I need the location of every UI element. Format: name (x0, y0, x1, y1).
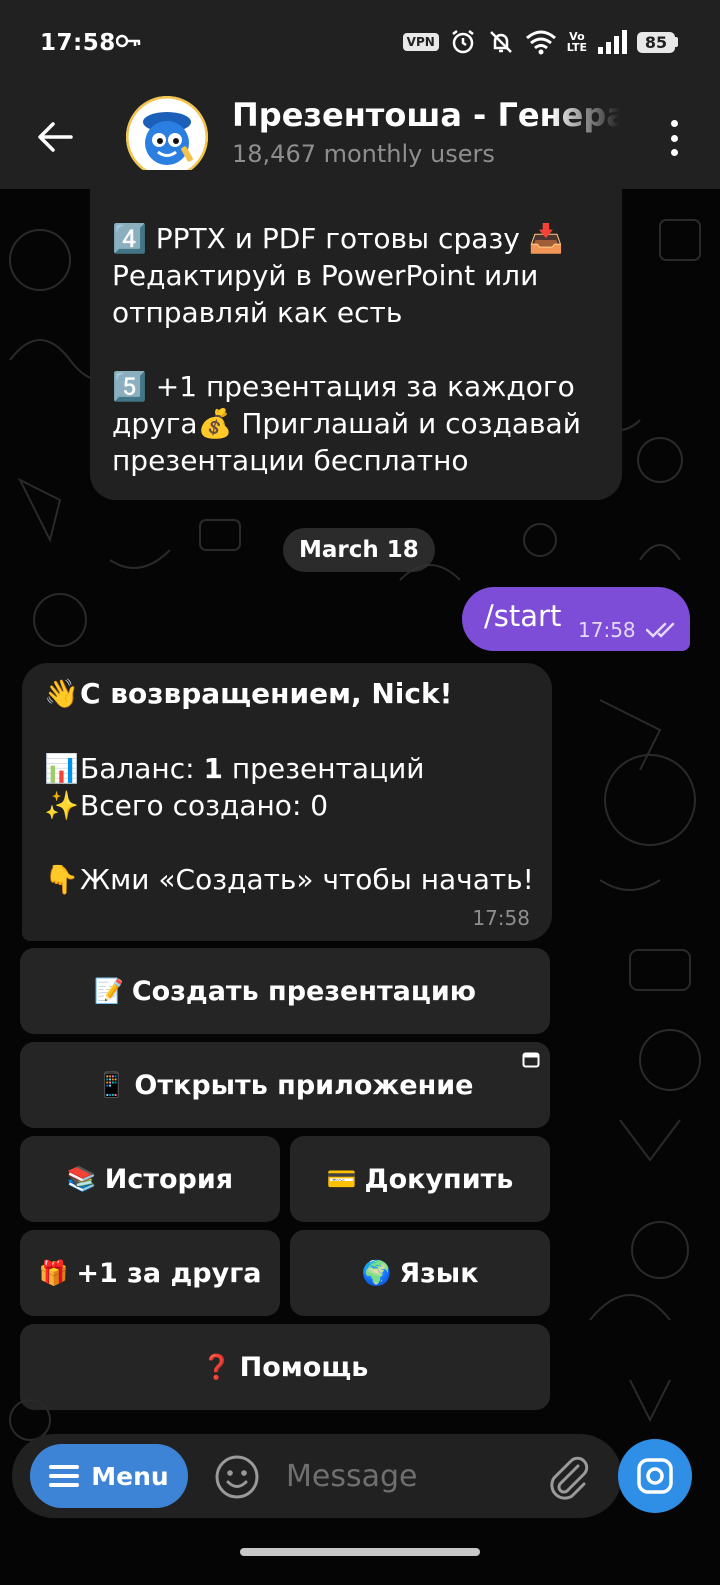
web-app-icon (522, 1052, 540, 1068)
vpn-badge: VPN (402, 33, 439, 51)
gift-icon: 🎁 (38, 1259, 69, 1287)
date-separator: March 18 (283, 528, 435, 572)
message-time: 17:58 (578, 618, 636, 642)
language-button[interactable]: 🌍 Язык (290, 1230, 550, 1316)
question-mark-icon: ❓ (201, 1353, 232, 1381)
status-time: 17:58 (40, 30, 116, 56)
message-time: 17:58 (472, 906, 530, 930)
memo-icon: 📝 (93, 977, 124, 1005)
battery-tip (675, 37, 678, 47)
double-check-icon (646, 622, 675, 638)
paperclip-icon[interactable] (544, 1452, 592, 1500)
wifi-icon (525, 30, 556, 55)
open-app-button[interactable]: 📱 Открыть приложение (20, 1042, 550, 1128)
call-to-action-text: Жми «Создать» чтобы начать! (80, 863, 534, 896)
button-label: Докупить (364, 1163, 514, 1195)
globe-icon: 🌍 (361, 1259, 392, 1287)
hamburger-icon (49, 1465, 80, 1487)
button-label: История (104, 1163, 234, 1195)
history-button[interactable]: 📚 История (20, 1136, 280, 1222)
balance-label: Баланс: (80, 752, 204, 785)
total-created-line: ✨Всего создано: 0 (44, 789, 328, 822)
mobile-phone-icon: 📱 (96, 1071, 127, 1099)
call-to-action-line: 👇Жми «Создать» чтобы начать! (44, 863, 534, 896)
bot-avatar[interactable] (126, 96, 208, 178)
bot-mascot-icon (126, 96, 208, 178)
invite-friend-button[interactable]: 🎁 +1 за друга (20, 1230, 280, 1316)
greeting-text: С возвращением, Nick! (80, 677, 453, 710)
pointing-down-icon: 👇 (44, 863, 79, 896)
waving-hand-icon: 👋 (44, 677, 79, 710)
help-button[interactable]: ❓ Помощь (20, 1324, 550, 1410)
dot (670, 134, 678, 142)
books-icon: 📚 (66, 1165, 97, 1193)
sparkles-icon: ✨ (44, 789, 79, 822)
key-icon (116, 34, 141, 48)
balance-value: 1 (203, 752, 223, 785)
dot (670, 149, 678, 156)
bot-menu-button[interactable]: Menu (30, 1444, 188, 1508)
camera-icon (637, 1458, 673, 1494)
button-label: Помощь (239, 1351, 369, 1383)
total-created-text: Всего создано: 0 (80, 789, 329, 822)
button-label: Язык (399, 1257, 479, 1289)
back-button[interactable] (30, 112, 80, 162)
mute-bell-icon (489, 31, 512, 53)
create-presentation-button[interactable]: 📝 Создать презентацию (20, 948, 550, 1034)
bar-chart-icon: 📊 (44, 752, 79, 785)
more-options-button[interactable] (664, 116, 684, 160)
greeting-line: 👋С возвращением, Nick! (44, 677, 452, 710)
menu-label: Menu (91, 1461, 169, 1491)
battery-indicator: 85 (637, 31, 678, 53)
credit-card-icon: 💳 (326, 1165, 357, 1193)
arrow-left-icon (38, 122, 73, 152)
signal-icon (598, 30, 627, 54)
emoji-icon[interactable] (214, 1454, 260, 1500)
status-icons: VPN Vo LTE 85 (402, 28, 678, 56)
chat-title[interactable]: Презентоша - Генератор презентаций (232, 96, 620, 134)
balance-line: 📊Баланс: 1 презентаций (44, 752, 425, 785)
dot (670, 120, 678, 127)
status-bar: 17:58 VPN Vo LTE 85 (0, 0, 720, 90)
message-bubble-incoming[interactable]: 👋С возвращением, Nick! 📊Баланс: 1 презен… (22, 663, 552, 941)
balance-unit: презентаций (222, 752, 425, 785)
message-input-bar: Menu (12, 1434, 622, 1518)
message-input[interactable] (286, 1452, 526, 1500)
button-label: Открыть приложение (134, 1069, 474, 1101)
home-indicator[interactable] (240, 1548, 480, 1556)
message-bubble-incoming[interactable]: 4️⃣ PPTX и PDF готовы сразу 📥 Редактируй… (90, 170, 622, 500)
buy-more-button[interactable]: 💳 Докупить (290, 1136, 550, 1222)
battery-level: 85 (637, 31, 675, 53)
volte-indicator: Vo LTE (566, 30, 587, 54)
message-text: /start (484, 599, 562, 633)
message-text: 4️⃣ PPTX и PDF готовы сразу 📥 Редактируй… (112, 222, 581, 477)
button-label: +1 за друга (76, 1257, 262, 1289)
camera-button[interactable] (618, 1439, 692, 1513)
button-label: Создать презентацию (131, 975, 477, 1007)
alarm-icon (452, 30, 474, 54)
message-bubble-outgoing[interactable]: /start 17:58 (462, 587, 690, 651)
chat-subtitle: 18,467 monthly users (232, 140, 495, 168)
